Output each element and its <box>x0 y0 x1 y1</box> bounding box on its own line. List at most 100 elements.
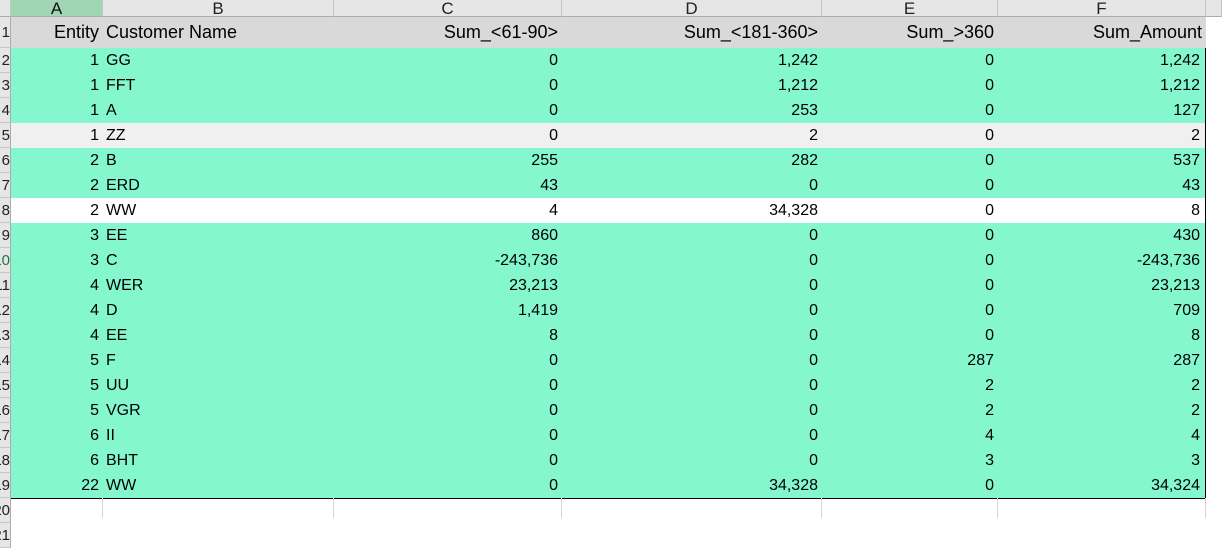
row-header[interactable]: 3 <box>0 73 11 98</box>
cell-customer-name[interactable]: FFT <box>103 73 334 98</box>
empty-cell[interactable] <box>1206 223 1222 248</box>
cell-value[interactable]: 537 <box>998 148 1206 173</box>
cell-customer-name[interactable]: WW <box>103 473 334 498</box>
cell-value[interactable]: 23,213 <box>334 273 562 298</box>
empty-cell[interactable] <box>1206 17 1222 48</box>
cell-customer-name[interactable]: WER <box>103 273 334 298</box>
row-header[interactable]: 5 <box>0 123 11 148</box>
cell-value[interactable]: 0 <box>562 298 822 323</box>
cell-value[interactable]: 0 <box>334 123 562 148</box>
cell-value[interactable]: 0 <box>822 273 998 298</box>
cell-customer-name[interactable]: EE <box>103 223 334 248</box>
column-header-e[interactable]: E <box>822 0 998 17</box>
cell-entity[interactable]: 4 <box>11 323 103 348</box>
empty-cell[interactable] <box>1206 248 1222 273</box>
cell-customer-name[interactable]: WW <box>103 198 334 223</box>
cell-value[interactable]: 2 <box>822 373 998 398</box>
empty-cell[interactable] <box>1206 123 1222 148</box>
column-header-d[interactable]: D <box>562 0 822 17</box>
cell-value[interactable]: 0 <box>822 323 998 348</box>
cell-value[interactable]: 2 <box>998 373 1206 398</box>
cell-value[interactable]: 1,212 <box>562 73 822 98</box>
cell-value[interactable]: 8 <box>334 323 562 348</box>
row-header[interactable]: 21 <box>0 523 11 548</box>
cell-value[interactable]: 0 <box>822 248 998 273</box>
cell-value[interactable]: 4 <box>822 423 998 448</box>
empty-cell[interactable] <box>1206 98 1222 123</box>
empty-cell[interactable] <box>1206 348 1222 373</box>
row-header[interactable]: 8 <box>0 198 11 223</box>
cell-value[interactable]: 1,242 <box>562 48 822 73</box>
cell-value[interactable]: 0 <box>334 473 562 498</box>
cell-value[interactable]: 0 <box>822 73 998 98</box>
cell-value[interactable]: 0 <box>562 348 822 373</box>
empty-cell[interactable] <box>1206 73 1222 98</box>
cell-entity[interactable]: 6 <box>11 448 103 473</box>
header-cell[interactable]: Sum_Amount <box>998 17 1206 48</box>
cell-value[interactable]: 0 <box>562 423 822 448</box>
column-header-b[interactable]: B <box>103 0 334 17</box>
cell-entity[interactable]: 2 <box>11 198 103 223</box>
column-header-a[interactable]: A <box>11 0 103 17</box>
cell-value[interactable]: 1,212 <box>998 73 1206 98</box>
cell-value[interactable]: 0 <box>822 223 998 248</box>
cell-value[interactable]: 0 <box>822 123 998 148</box>
cell-value[interactable]: 23,213 <box>998 273 1206 298</box>
cell-customer-name[interactable]: D <box>103 298 334 323</box>
cell-value[interactable]: 287 <box>822 348 998 373</box>
row-header[interactable]: 17 <box>0 423 11 448</box>
row-header[interactable]: 15 <box>0 373 11 398</box>
cell-customer-name[interactable]: BHT <box>103 448 334 473</box>
cell-value[interactable]: 4 <box>998 423 1206 448</box>
cell-customer-name[interactable]: F <box>103 348 334 373</box>
cell-customer-name[interactable]: A <box>103 98 334 123</box>
empty-cell[interactable] <box>1206 373 1222 398</box>
row-header[interactable]: 4 <box>0 98 11 123</box>
cell-entity[interactable]: 1 <box>11 123 103 148</box>
cell-entity[interactable]: 5 <box>11 398 103 423</box>
cell-value[interactable]: 1,419 <box>334 298 562 323</box>
column-header-g[interactable] <box>1206 0 1222 17</box>
column-header-c[interactable]: C <box>334 0 562 17</box>
cell-value[interactable]: -243,736 <box>334 248 562 273</box>
cell-customer-name[interactable]: GG <box>103 48 334 73</box>
cell-value[interactable]: 430 <box>998 223 1206 248</box>
row-header[interactable]: 9 <box>0 223 11 248</box>
cell-customer-name[interactable]: ZZ <box>103 123 334 148</box>
cell-entity[interactable]: 3 <box>11 223 103 248</box>
empty-cell[interactable] <box>1206 148 1222 173</box>
cell-value[interactable]: 127 <box>998 98 1206 123</box>
cell-customer-name[interactable]: VGR <box>103 398 334 423</box>
cell-value[interactable]: 43 <box>334 173 562 198</box>
row-header[interactable]: 13 <box>0 323 11 348</box>
cell-entity[interactable]: 3 <box>11 248 103 273</box>
cell-customer-name[interactable]: II <box>103 423 334 448</box>
cell-value[interactable]: 709 <box>998 298 1206 323</box>
cell-value[interactable]: 0 <box>822 98 998 123</box>
cell-value[interactable]: 0 <box>562 398 822 423</box>
select-all-corner[interactable] <box>0 0 11 17</box>
cell-value[interactable]: 34,328 <box>562 198 822 223</box>
cell-value[interactable]: 0 <box>822 173 998 198</box>
empty-cell[interactable] <box>1206 48 1222 73</box>
row-header[interactable]: 14 <box>0 348 11 373</box>
cell-value[interactable]: 860 <box>334 223 562 248</box>
cell-entity[interactable]: 4 <box>11 273 103 298</box>
header-cell[interactable]: Customer Name <box>103 17 334 48</box>
empty-cell[interactable] <box>1206 323 1222 348</box>
empty-cell[interactable] <box>1206 473 1222 498</box>
cell-customer-name[interactable]: UU <box>103 373 334 398</box>
header-cell[interactable]: Sum_<181-360> <box>562 17 822 48</box>
cell-value[interactable]: 0 <box>334 398 562 423</box>
cell-customer-name[interactable]: ERD <box>103 173 334 198</box>
cell-value[interactable]: 3 <box>998 448 1206 473</box>
cell-value[interactable]: 0 <box>822 298 998 323</box>
cell-customer-name[interactable]: B <box>103 148 334 173</box>
cell-value[interactable]: 8 <box>998 198 1206 223</box>
cell-entity[interactable]: 1 <box>11 48 103 73</box>
cell-value[interactable]: 0 <box>822 473 998 498</box>
cell-value[interactable]: 34,328 <box>562 473 822 498</box>
cell-value[interactable]: 0 <box>822 198 998 223</box>
cell-value[interactable]: 0 <box>334 73 562 98</box>
empty-cell[interactable] <box>1206 298 1222 323</box>
